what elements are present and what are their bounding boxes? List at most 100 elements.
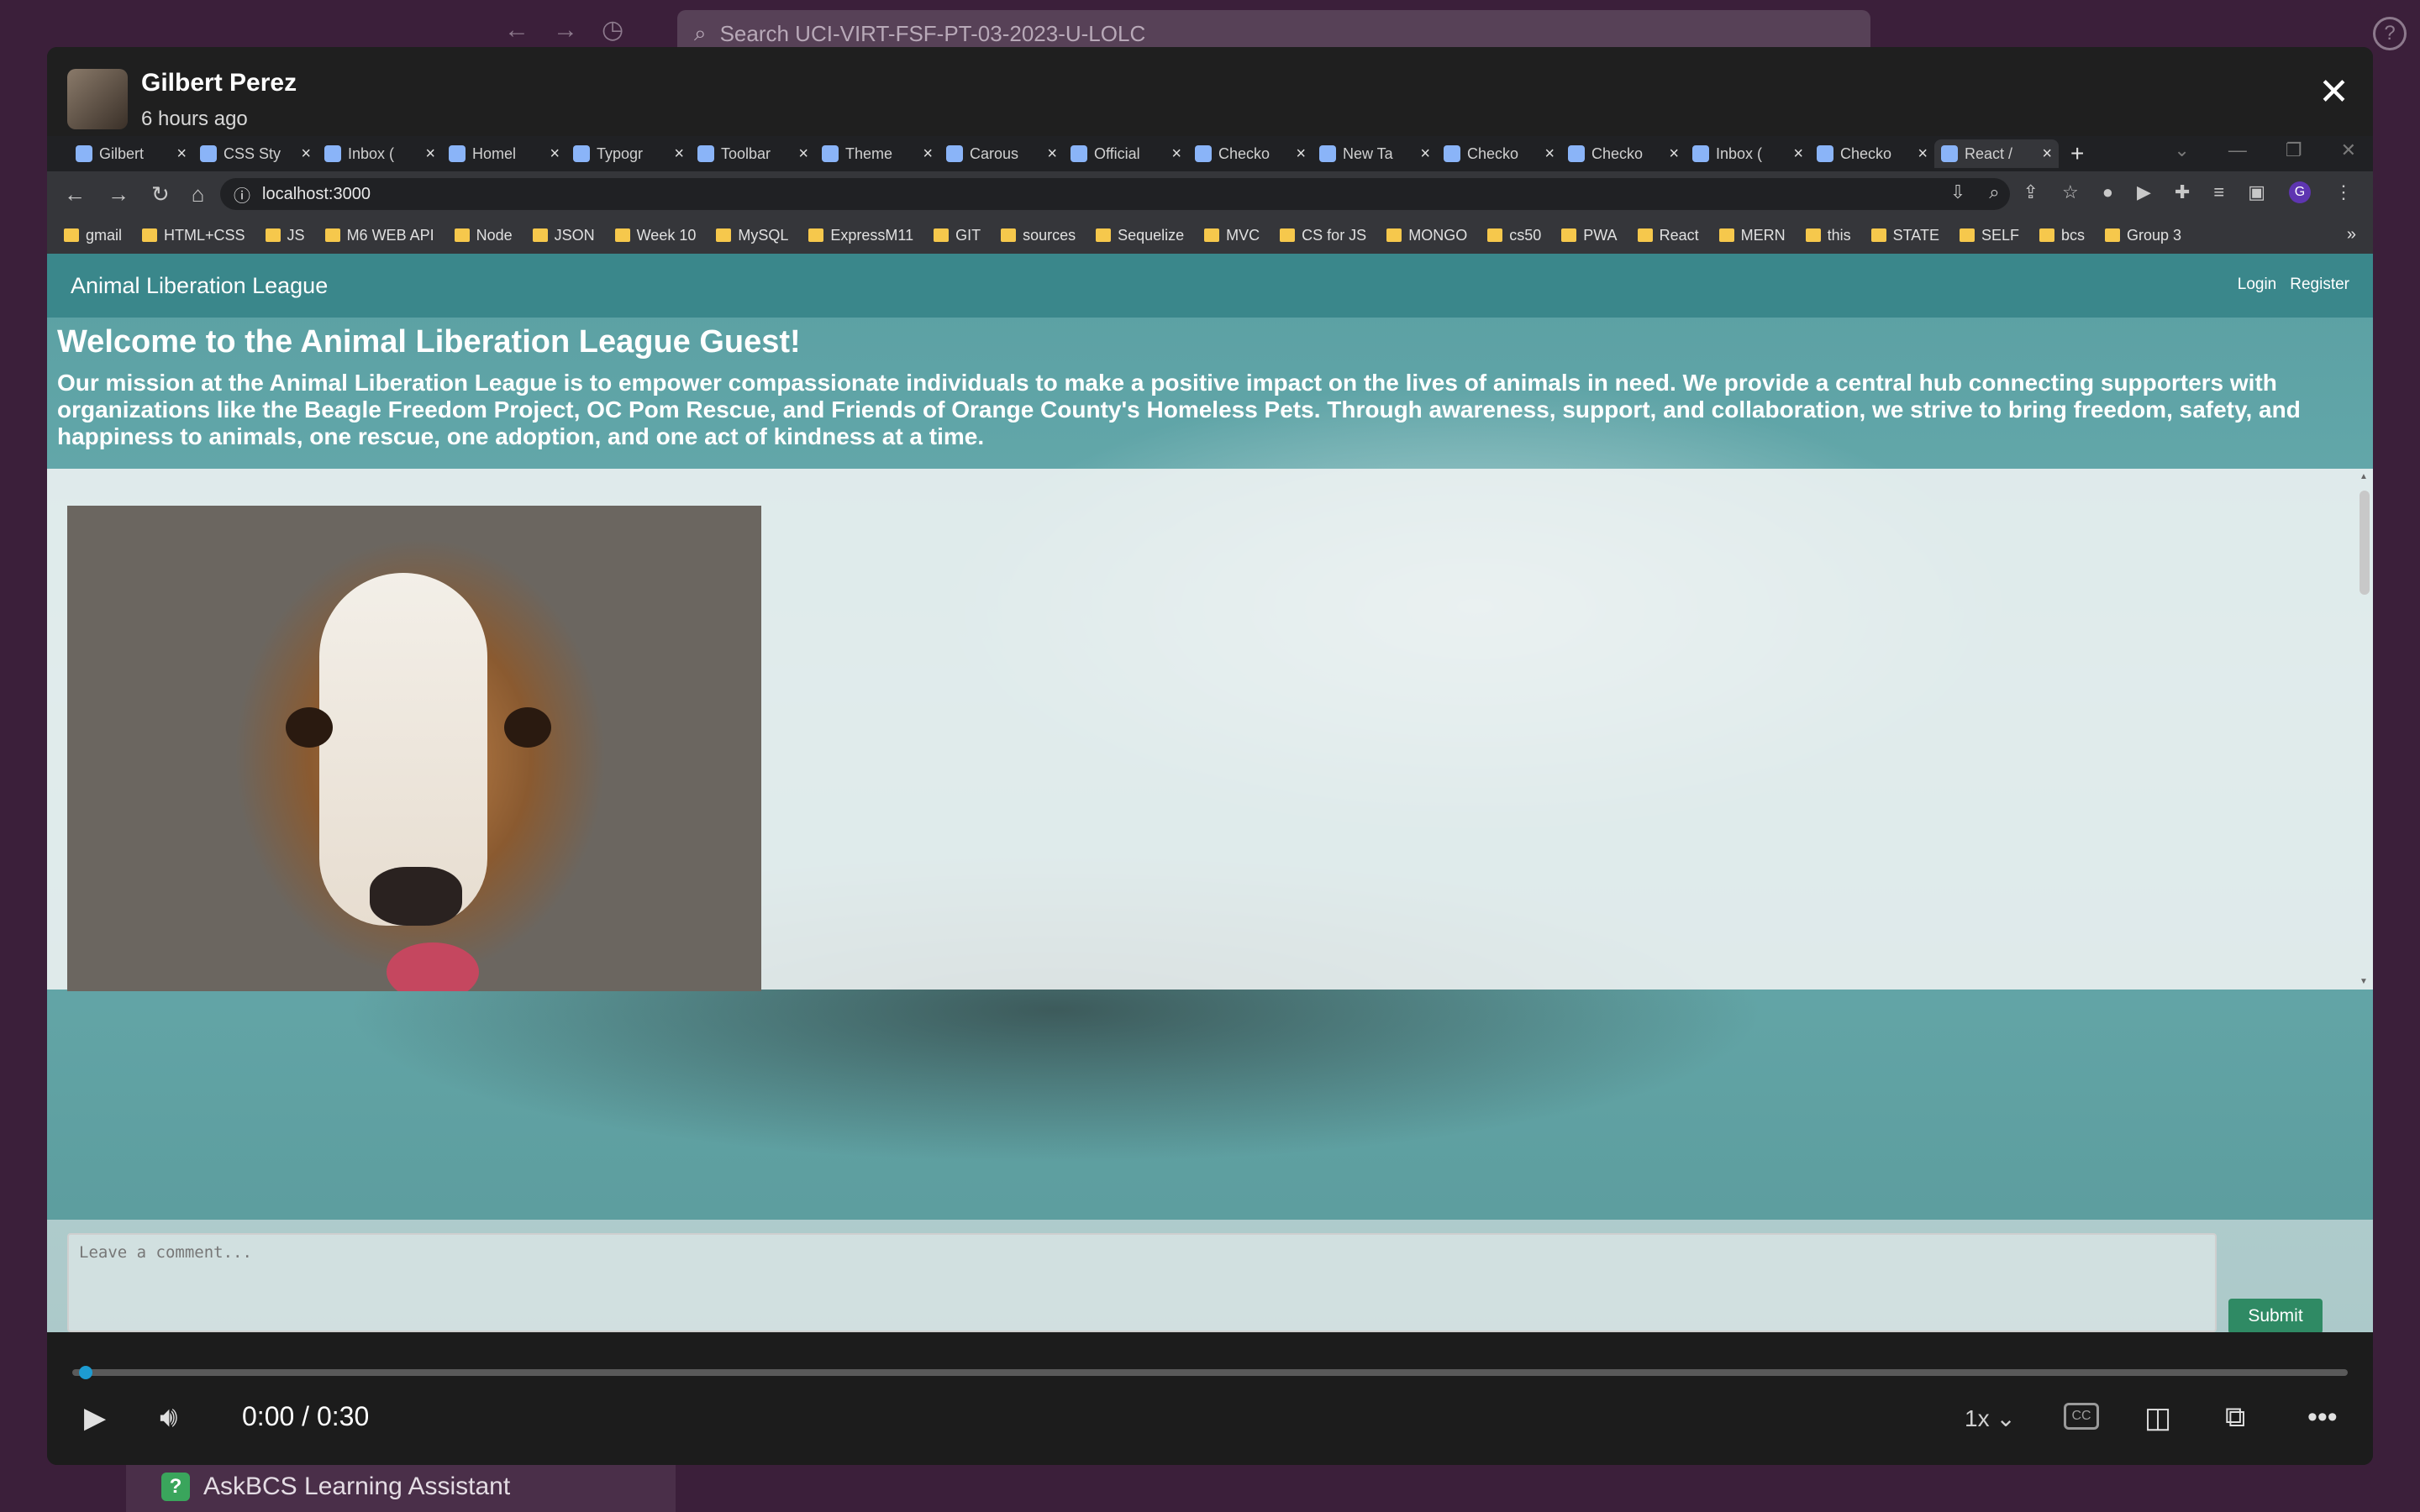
back-icon[interactable]: ←	[64, 181, 86, 207]
bookmark-item[interactable]: cs50	[1487, 227, 1541, 244]
browser-tab[interactable]: Carous ×	[939, 139, 1064, 168]
more-options-icon[interactable]: •••	[2307, 1401, 2338, 1434]
forward-arrow-icon[interactable]: →	[553, 16, 578, 45]
tab-close-icon[interactable]: ×	[1171, 144, 1181, 164]
browser-tab[interactable]: Toolbar ×	[691, 139, 815, 168]
close-icon[interactable]: ✕	[2318, 74, 2349, 111]
video-progress-bar[interactable]	[72, 1366, 2348, 1379]
help-icon[interactable]: ?	[2373, 17, 2407, 50]
browser-tab[interactable]: Official ×	[1064, 139, 1188, 168]
browser-tab[interactable]: CSS Sty ×	[193, 139, 318, 168]
tab-close-icon[interactable]: ×	[1296, 144, 1306, 164]
reload-icon[interactable]: ↻	[151, 181, 170, 207]
chevron-down-icon[interactable]: ⌄	[2174, 139, 2189, 161]
tab-close-icon[interactable]: ×	[550, 144, 560, 164]
tab-close-icon[interactable]: ×	[1669, 144, 1679, 164]
tab-close-icon[interactable]: ×	[2042, 144, 2052, 164]
media-icon[interactable]: ≡	[2213, 181, 2224, 203]
split-view-icon[interactable]: ◫	[2144, 1401, 2171, 1435]
tab-close-icon[interactable]: ×	[1793, 144, 1803, 164]
bookmark-item[interactable]: ExpressM11	[808, 227, 913, 244]
browser-tab[interactable]: Checko ×	[1188, 139, 1313, 168]
progress-knob[interactable]	[79, 1366, 92, 1379]
browser-tab[interactable]: Inbox (×	[1686, 139, 1810, 168]
tab-close-icon[interactable]: ×	[1420, 144, 1430, 164]
info-icon[interactable]: ⓘ	[234, 182, 250, 207]
new-tab-icon[interactable]: +	[2070, 140, 2084, 167]
address-bar[interactable]: ⓘ localhost:3000	[220, 178, 2010, 210]
extensions-icon[interactable]: ✚	[2175, 181, 2190, 203]
bookmark-item[interactable]: GIT	[934, 227, 981, 244]
volume-icon[interactable]: 🔊︎	[160, 1401, 177, 1434]
browser-tab[interactable]: Inbox (×	[318, 139, 442, 168]
bookmark-item[interactable]: JSON	[532, 227, 595, 244]
bookmark-item[interactable]: STATE	[1870, 227, 1939, 244]
bookmark-item[interactable]: React	[1637, 227, 1699, 244]
browser-tab[interactable]: Checko ×	[1561, 139, 1686, 168]
register-link[interactable]: Register	[2290, 276, 2349, 294]
browser-tab[interactable]: New Ta ×	[1313, 139, 1437, 168]
bookmark-item[interactable]: gmail	[64, 227, 122, 244]
bookmark-item[interactable]: MVC	[1204, 227, 1260, 244]
browser-tab[interactable]: Checko ×	[1437, 139, 1561, 168]
bookmark-item[interactable]: JS	[265, 227, 305, 244]
site-brand[interactable]: Animal Liberation League	[71, 273, 328, 299]
back-arrow-icon[interactable]: ←	[504, 16, 529, 45]
pop-out-icon[interactable]: ⧉	[2225, 1401, 2245, 1434]
uploader-name[interactable]: Gilbert Perez	[141, 69, 297, 97]
browser-tab[interactable]: Checko ×	[1810, 139, 1934, 168]
bookmark-item[interactable]: M6 WEB API	[324, 227, 434, 244]
forward-icon[interactable]: →	[108, 181, 129, 207]
tab-close-icon[interactable]: ×	[1918, 144, 1928, 164]
install-icon[interactable]: ⇩	[1950, 181, 1965, 203]
more-menu-icon[interactable]: ⋮	[2334, 181, 2353, 203]
tab-close-icon[interactable]: ×	[923, 144, 933, 164]
scroll-down-icon[interactable]: ▼	[2360, 977, 2368, 986]
bookmark-item[interactable]: sources	[1001, 227, 1076, 244]
star-icon[interactable]: ☆	[2062, 181, 2079, 203]
home-icon[interactable]: ⌂	[192, 181, 205, 207]
bookmark-item[interactable]: Week 10	[614, 227, 696, 244]
profile-avatar[interactable]: G	[2289, 181, 2311, 203]
scroll-up-icon[interactable]: ▲	[2360, 472, 2368, 481]
bookmark-item[interactable]: Sequelize	[1096, 227, 1184, 244]
tab-close-icon[interactable]: ×	[425, 144, 435, 164]
tab-close-icon[interactable]: ×	[301, 144, 311, 164]
browser-tab[interactable]: Gilbert ×	[69, 139, 193, 168]
bookmark-item[interactable]: Node	[454, 227, 513, 244]
bookmark-item[interactable]: Group 3	[2105, 227, 2181, 244]
bookmark-item[interactable]: MySQL	[716, 227, 788, 244]
bookmarks-overflow-icon[interactable]: »	[2347, 225, 2356, 244]
side-panel-icon[interactable]: ▣	[2248, 181, 2265, 203]
browser-tab[interactable]: React / ×	[1934, 139, 2059, 168]
bookmark-item[interactable]: SELF	[1959, 227, 2019, 244]
browser-tab[interactable]: Homel ×	[442, 139, 566, 168]
carousel-scrollbar[interactable]: ▲ ▼	[2356, 469, 2371, 990]
captions-icon[interactable]: CC	[2064, 1403, 2099, 1430]
restore-icon[interactable]: ❐	[2286, 139, 2302, 161]
image-carousel[interactable]: ▲ ▼	[47, 469, 2373, 991]
browser-tab[interactable]: Typogr ×	[566, 139, 691, 168]
bookmark-item[interactable]: MONGO	[1386, 227, 1467, 244]
bookmark-item[interactable]: this	[1805, 227, 1851, 244]
tab-close-icon[interactable]: ×	[1544, 144, 1555, 164]
grammarly-icon[interactable]: ●	[2102, 181, 2113, 203]
window-close-icon[interactable]: ✕	[2341, 139, 2356, 161]
tab-close-icon[interactable]: ×	[674, 144, 684, 164]
playback-speed[interactable]: 1x ⌄	[1965, 1404, 2016, 1432]
history-icon[interactable]: ◷	[602, 15, 623, 45]
sidebar-item-askbcs[interactable]: ? AskBCS Learning Assistant	[126, 1462, 676, 1512]
login-link[interactable]: Login	[2238, 276, 2277, 294]
play-icon[interactable]: ▶	[84, 1401, 106, 1435]
comment-input[interactable]: Leave a comment...	[67, 1233, 2217, 1332]
zoom-icon[interactable]: ⌕	[1989, 181, 1999, 203]
scroll-thumb[interactable]	[2360, 491, 2370, 595]
bookmark-item[interactable]: bcs	[2039, 227, 2085, 244]
tab-close-icon[interactable]: ×	[1047, 144, 1057, 164]
tab-close-icon[interactable]: ×	[798, 144, 808, 164]
bookmark-item[interactable]: MERN	[1718, 227, 1786, 244]
tab-close-icon[interactable]: ×	[176, 144, 187, 164]
browser-tab[interactable]: Theme ×	[815, 139, 939, 168]
avatar[interactable]	[67, 69, 128, 129]
submit-button[interactable]: Submit	[2228, 1299, 2323, 1332]
